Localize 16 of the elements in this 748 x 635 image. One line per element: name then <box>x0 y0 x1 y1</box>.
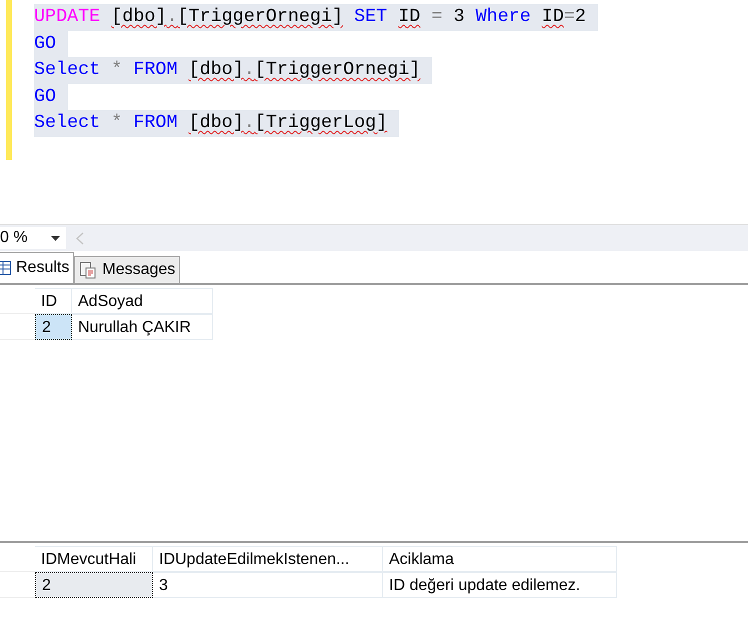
column-header[interactable]: AdSoyad <box>72 288 213 314</box>
table-cell: 2 <box>35 314 72 340</box>
results-tab[interactable]: Messages <box>74 256 180 283</box>
results-tab[interactable]: Results <box>0 252 74 283</box>
column-header[interactable]: IDUpdateEdilmekIstenen... <box>153 546 383 572</box>
caret-icon <box>51 236 60 240</box>
table-cell: 2 <box>35 572 153 598</box>
column-header[interactable]: IDMevcutHali <box>35 546 153 572</box>
table-cell: Nurullah ÇAKIR <box>72 314 213 340</box>
scroll-left-icon[interactable] <box>76 232 84 244</box>
table-cell: 3 <box>153 572 383 598</box>
zoom-dropdown[interactable]: 0 % <box>0 227 66 249</box>
document-icon <box>79 261 98 279</box>
grid-icon <box>0 261 11 275</box>
column-header[interactable]: Aciklama <box>383 546 617 572</box>
table-cell: ID değeri update edilemez. <box>383 572 617 598</box>
